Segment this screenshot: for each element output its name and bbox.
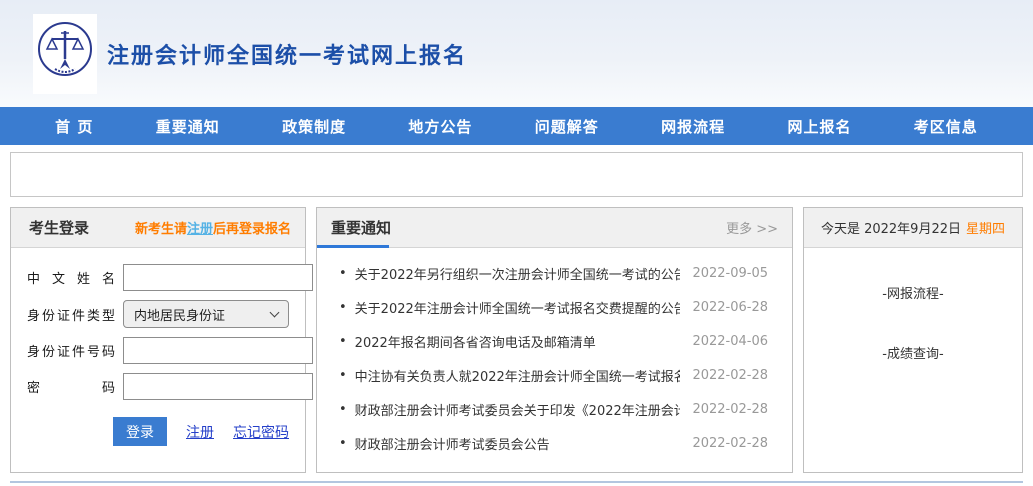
notice-date: 2022-02-28 [692,368,768,383]
new-user-hint: 新考生请注册后再登录报名 [135,218,291,237]
weekday-text: 星期四 [966,218,1005,237]
notice-item[interactable]: • 关于2022年注册会计师全国统一考试报名交费提醒的公告 2022-06-28 [317,290,792,324]
nav-item-policies[interactable]: 政策制度 [282,116,346,137]
page-title: 注册会计师全国统一考试网上报名 [107,38,467,70]
notice-title[interactable]: 中注协有关负责人就2022年注册会计师全国统一考试报名相... [355,366,681,385]
notice-item[interactable]: • 2022年报名期间各省咨询电话及邮箱清单 2022-04-06 [317,324,792,358]
nav-item-online-registration[interactable]: 网上报名 [787,116,851,137]
notice-title[interactable]: 关于2022年另行组织一次注册会计师全国统一考试的公告 [355,264,681,283]
notice-item[interactable]: • 关于2022年另行组织一次注册会计师全国统一考试的公告 2022-09-05 [317,256,792,290]
id-number-input[interactable] [123,337,313,364]
nav-item-home[interactable]: 首 页 [55,116,93,137]
password-input[interactable] [123,373,313,400]
register-link[interactable]: 注册 [186,422,214,442]
login-actions: 登录 注册 忘记密码 [27,417,289,446]
id-type-selected-value: 内地居民身份证 [134,305,225,324]
notice-title[interactable]: 2022年报名期间各省咨询电话及邮箱清单 [355,332,681,351]
nav-item-faq[interactable]: 问题解答 [535,116,599,137]
cicpa-logo [33,14,97,94]
id-number-label: 身份证件号码 [27,341,115,360]
name-label: 中 文 姓 名 [27,268,115,287]
login-panel-header: 考生登录 新考生请注册后再登录报名 [11,208,305,248]
inline-register-link[interactable]: 注册 [187,222,213,237]
login-panel: 考生登录 新考生请注册后再登录报名 中 文 姓 名 身份证件类型 内地居民身份证… [10,207,306,473]
notice-title[interactable]: 财政部注册会计师考试委员会关于印发《2022年注册会计师... [355,400,681,419]
app-header: 注册会计师全国统一考试网上报名 [0,0,1033,107]
date-panel: 今天是 2022年9月22日 星期四 -网报流程- -成绩查询- [803,207,1023,473]
id-type-select[interactable]: 内地居民身份证 [123,300,289,328]
notice-title[interactable]: 财政部注册会计师考试委员会公告 [355,434,681,453]
password-label: 密 码 [27,377,115,396]
nav-item-important-notices[interactable]: 重要通知 [156,116,220,137]
name-field-row: 中 文 姓 名 [27,264,289,291]
cicpa-seal-icon [35,17,95,91]
notice-date: 2022-06-28 [692,300,768,315]
date-panel-body: -网报流程- -成绩查询- [804,248,1022,403]
main-nav: 首 页 重要通知 政策制度 地方公告 问题解答 网报流程 网上报名 考区信息 [0,107,1033,145]
id-type-label: 身份证件类型 [27,305,115,324]
more-link[interactable]: 更多 >> [726,218,778,237]
name-input[interactable] [123,264,313,291]
notice-item[interactable]: • 中注协有关负责人就2022年注册会计师全国统一考试报名相... 2022-0… [317,358,792,392]
today-date-text: 今天是 2022年9月22日 [821,218,961,237]
forgot-password-link[interactable]: 忘记密码 [233,422,289,442]
notice-item[interactable]: • 财政部注册会计师考试委员会公告 2022-02-28 [317,426,792,460]
notice-date: 2022-02-28 [692,402,768,417]
notices-panel: 重要通知 更多 >> • 关于2022年另行组织一次注册会计师全国统一考试的公告… [316,207,793,473]
id-type-field-row: 身份证件类型 内地居民身份证 [27,300,289,328]
footer-divider [10,481,1023,483]
login-title: 考生登录 [29,217,89,238]
password-field-row: 密 码 [27,373,289,400]
nav-item-registration-process[interactable]: 网报流程 [661,116,725,137]
date-header: 今天是 2022年9月22日 星期四 [804,208,1022,248]
notice-date: 2022-02-28 [692,436,768,451]
nav-item-exam-area-info[interactable]: 考区信息 [914,116,978,137]
nav-item-local-announcements[interactable]: 地方公告 [408,116,472,137]
notice-item[interactable]: • 财政部注册会计师考试委员会关于印发《2022年注册会计师... 2022-0… [317,392,792,426]
notice-title[interactable]: 关于2022年注册会计师全国统一考试报名交费提醒的公告 [355,298,681,317]
chevron-down-icon [270,307,280,317]
notices-title: 重要通知 [331,217,391,238]
login-button[interactable]: 登录 [113,417,167,446]
notice-banner [10,152,1023,197]
notices-header: 重要通知 更多 >> [317,208,792,248]
bullet-icon: • [339,334,347,349]
login-form: 中 文 姓 名 身份证件类型 内地居民身份证 身份证件号码 密 码 登录 注 [11,248,305,446]
bullet-icon: • [339,436,347,451]
bullet-icon: • [339,266,347,281]
active-tab-indicator [317,245,389,248]
notice-date: 2022-04-06 [692,334,768,349]
bullet-icon: • [339,300,347,315]
bullet-icon: • [339,368,347,383]
bullet-icon: • [339,402,347,417]
score-query-link[interactable]: -成绩查询- [804,343,1022,362]
process-link[interactable]: -网报流程- [804,283,1022,302]
hint-suffix: 后再登录报名 [213,222,291,237]
hint-prefix: 新考生请 [135,222,187,237]
notice-date: 2022-09-05 [692,266,768,281]
id-number-field-row: 身份证件号码 [27,337,289,364]
main-content: 考生登录 新考生请注册后再登录报名 中 文 姓 名 身份证件类型 内地居民身份证… [10,207,1023,473]
notice-list: • 关于2022年另行组织一次注册会计师全国统一考试的公告 2022-09-05… [317,248,792,460]
